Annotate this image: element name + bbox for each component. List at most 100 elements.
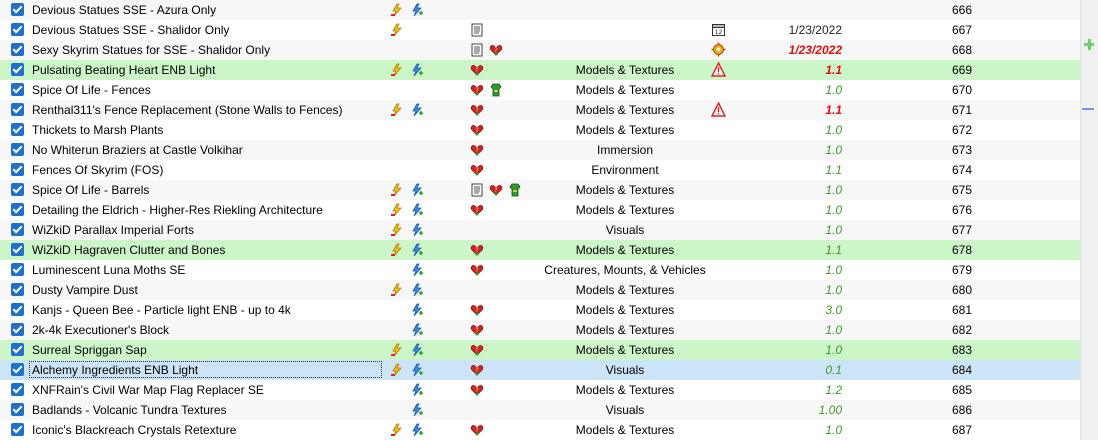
mod-row[interactable]: Luminescent Luna Moths SE? Creatures, Mou… <box>0 260 1080 280</box>
lightning-flag-icon[interactable] <box>410 223 424 237</box>
enable-checkbox[interactable] <box>11 183 24 196</box>
enable-checkbox[interactable] <box>11 383 24 396</box>
mod-row[interactable]: 2k-4k Executioner's Block? Models & Textu… <box>0 320 1080 340</box>
lightning-flag-icon[interactable] <box>410 303 424 317</box>
enable-checkbox[interactable] <box>11 143 24 156</box>
priority-label: 676 <box>952 203 973 217</box>
lightning-flag-icon[interactable] <box>410 183 424 197</box>
mod-name[interactable]: Thickets to Marsh Plants <box>32 123 163 137</box>
mod-list[interactable]: Devious Statues SSE - Azura Only 666 Devio… <box>0 0 1080 440</box>
mod-name[interactable]: XNFRain's Civil War Map Flag Replacer SE <box>32 383 264 397</box>
lightning-flag-icon[interactable] <box>410 243 424 257</box>
mod-name[interactable]: Devious Statues SSE - Shalidor Only <box>32 23 229 37</box>
enable-checkbox[interactable] <box>11 83 24 96</box>
conflict-flag-icon[interactable] <box>390 103 404 117</box>
conflict-flag-icon[interactable] <box>390 283 404 297</box>
mod-row[interactable]: Renthal311's Fence Replacement (Stone Wa… <box>0 100 1080 120</box>
lightning-flag-icon[interactable] <box>410 423 424 437</box>
mod-row[interactable]: Thickets to Marsh Plants? Models & Textur… <box>0 120 1080 140</box>
conflict-flag-icon[interactable] <box>390 243 404 257</box>
enable-checkbox[interactable] <box>11 343 24 356</box>
mod-name[interactable]: WiZkiD Parallax Imperial Forts <box>32 223 194 237</box>
conflict-flag-icon[interactable] <box>390 223 404 237</box>
enable-checkbox[interactable] <box>11 303 24 316</box>
mod-name[interactable]: Sexy Skyrim Statues for SSE - Shalidor O… <box>32 43 270 57</box>
mod-name[interactable]: Devious Statues SSE - Azura Only <box>32 3 216 17</box>
enable-checkbox[interactable] <box>11 123 24 136</box>
lightning-flag-icon[interactable] <box>410 383 424 397</box>
mod-name[interactable]: Spice Of Life - Barrels <box>32 183 149 197</box>
mod-name[interactable]: Renthal311's Fence Replacement (Stone Wa… <box>32 103 342 117</box>
mod-row[interactable]: Kanjs - Queen Bee - Particle light ENB -… <box>0 300 1080 320</box>
vertical-scrollbar[interactable] <box>1080 0 1098 440</box>
version-label: 1.1 <box>825 63 842 77</box>
mod-row[interactable]: Alchemy Ingredients ENB Light? Visuals 0.1… <box>0 360 1080 380</box>
mod-name[interactable]: Alchemy Ingredients ENB Light <box>32 363 198 377</box>
enable-checkbox[interactable] <box>11 23 24 36</box>
lightning-flag-icon[interactable] <box>410 323 424 337</box>
mod-row[interactable]: No Whiterun Braziers at Castle Volkihar?… <box>0 140 1080 160</box>
mod-row[interactable]: XNFRain's Civil War Map Flag Replacer SE… <box>0 380 1080 400</box>
mod-row[interactable]: Spice Of Life - Barrels? Models & Texture… <box>0 180 1080 200</box>
mod-row[interactable]: WiZkiD Parallax Imperial Forts Visuals 1.0… <box>0 220 1080 240</box>
mod-row[interactable]: Fences Of Skyrim (FOS)? Environment 1.1 674 <box>0 160 1080 180</box>
conflict-flag-icon[interactable] <box>390 183 404 197</box>
mod-row[interactable]: Iconic's Blackreach Crystals Retexture? M… <box>0 420 1080 440</box>
mod-row[interactable]: Devious Statues SSE - Azura Only 666 <box>0 0 1080 20</box>
lightning-flag-icon[interactable] <box>410 63 424 77</box>
mod-name[interactable]: Luminescent Luna Moths SE <box>32 263 185 277</box>
lightning-flag-icon[interactable] <box>410 403 424 417</box>
mod-name[interactable]: WiZkiD Hagraven Clutter and Bones <box>32 243 225 257</box>
mod-name[interactable]: Detailing the Eldrich - Higher-Res Riekl… <box>32 203 323 217</box>
enable-checkbox[interactable] <box>11 283 24 296</box>
lightning-flag-icon[interactable] <box>410 103 424 117</box>
enable-checkbox[interactable] <box>11 323 24 336</box>
mod-name[interactable]: Dusty Vampire Dust <box>32 283 138 297</box>
enable-checkbox[interactable] <box>11 43 24 56</box>
conflict-flag-icon[interactable] <box>390 63 404 77</box>
mod-name[interactable]: Kanjs - Queen Bee - Particle light ENB -… <box>32 303 291 317</box>
conflict-flag-icon[interactable] <box>390 363 404 377</box>
mod-row[interactable]: Pulsating Beating Heart ENB Light? Models… <box>0 60 1080 80</box>
mod-row[interactable]: Spice Of Life - Fences? Models & Textures… <box>0 80 1080 100</box>
enable-checkbox[interactable] <box>11 163 24 176</box>
mod-row[interactable]: Sexy Skyrim Statues for SSE - Shalidor O… <box>0 40 1080 60</box>
enable-checkbox[interactable] <box>11 243 24 256</box>
mod-row[interactable]: Badlands - Volcanic Tundra Textures Visua… <box>0 400 1080 420</box>
mod-name[interactable]: 2k-4k Executioner's Block <box>32 323 169 337</box>
lightning-flag-icon[interactable] <box>410 3 424 17</box>
conflict-flag-icon[interactable] <box>390 23 404 37</box>
mod-row[interactable]: Surreal Spriggan Sap? Models & Textures 1.… <box>0 340 1080 360</box>
enable-checkbox[interactable] <box>11 203 24 216</box>
enable-checkbox[interactable] <box>11 423 24 436</box>
mod-name[interactable]: Iconic's Blackreach Crystals Retexture <box>32 423 236 437</box>
mod-name[interactable]: Fences Of Skyrim (FOS) <box>32 163 163 177</box>
mod-row[interactable]: WiZkiD Hagraven Clutter and Bones? Models… <box>0 240 1080 260</box>
conflict-flag-icon[interactable] <box>390 203 404 217</box>
mod-name[interactable]: Pulsating Beating Heart ENB Light <box>32 63 215 77</box>
mod-row[interactable]: Devious Statues SSE - Shalidor Only 12 1/2… <box>0 20 1080 40</box>
enable-checkbox[interactable] <box>11 103 24 116</box>
mod-row[interactable]: Dusty Vampire Dust Models & Textures 1.0 68… <box>0 280 1080 300</box>
enable-checkbox[interactable] <box>11 403 24 416</box>
lightning-flag-icon[interactable] <box>410 203 424 217</box>
mod-name[interactable]: No Whiterun Braziers at Castle Volkihar <box>32 143 243 157</box>
conflict-flag-icon[interactable] <box>390 343 404 357</box>
mod-row[interactable]: Detailing the Eldrich - Higher-Res Riekl… <box>0 200 1080 220</box>
conflict-flag-icon[interactable] <box>390 423 404 437</box>
enable-checkbox[interactable] <box>11 363 24 376</box>
enable-checkbox[interactable] <box>11 63 24 76</box>
lightning-flag-icon[interactable] <box>410 263 424 277</box>
version-label: 1.1 <box>825 163 842 177</box>
lightning-flag-icon[interactable] <box>410 283 424 297</box>
lightning-flag-icon[interactable] <box>410 343 424 357</box>
version-label: 1.0 <box>825 83 842 97</box>
mod-name[interactable]: Surreal Spriggan Sap <box>32 343 147 357</box>
enable-checkbox[interactable] <box>11 3 24 16</box>
mod-name[interactable]: Spice Of Life - Fences <box>32 83 151 97</box>
enable-checkbox[interactable] <box>11 223 24 236</box>
mod-name[interactable]: Badlands - Volcanic Tundra Textures <box>32 403 227 417</box>
lightning-flag-icon[interactable] <box>410 363 424 377</box>
conflict-flag-icon[interactable] <box>390 3 404 17</box>
enable-checkbox[interactable] <box>11 263 24 276</box>
